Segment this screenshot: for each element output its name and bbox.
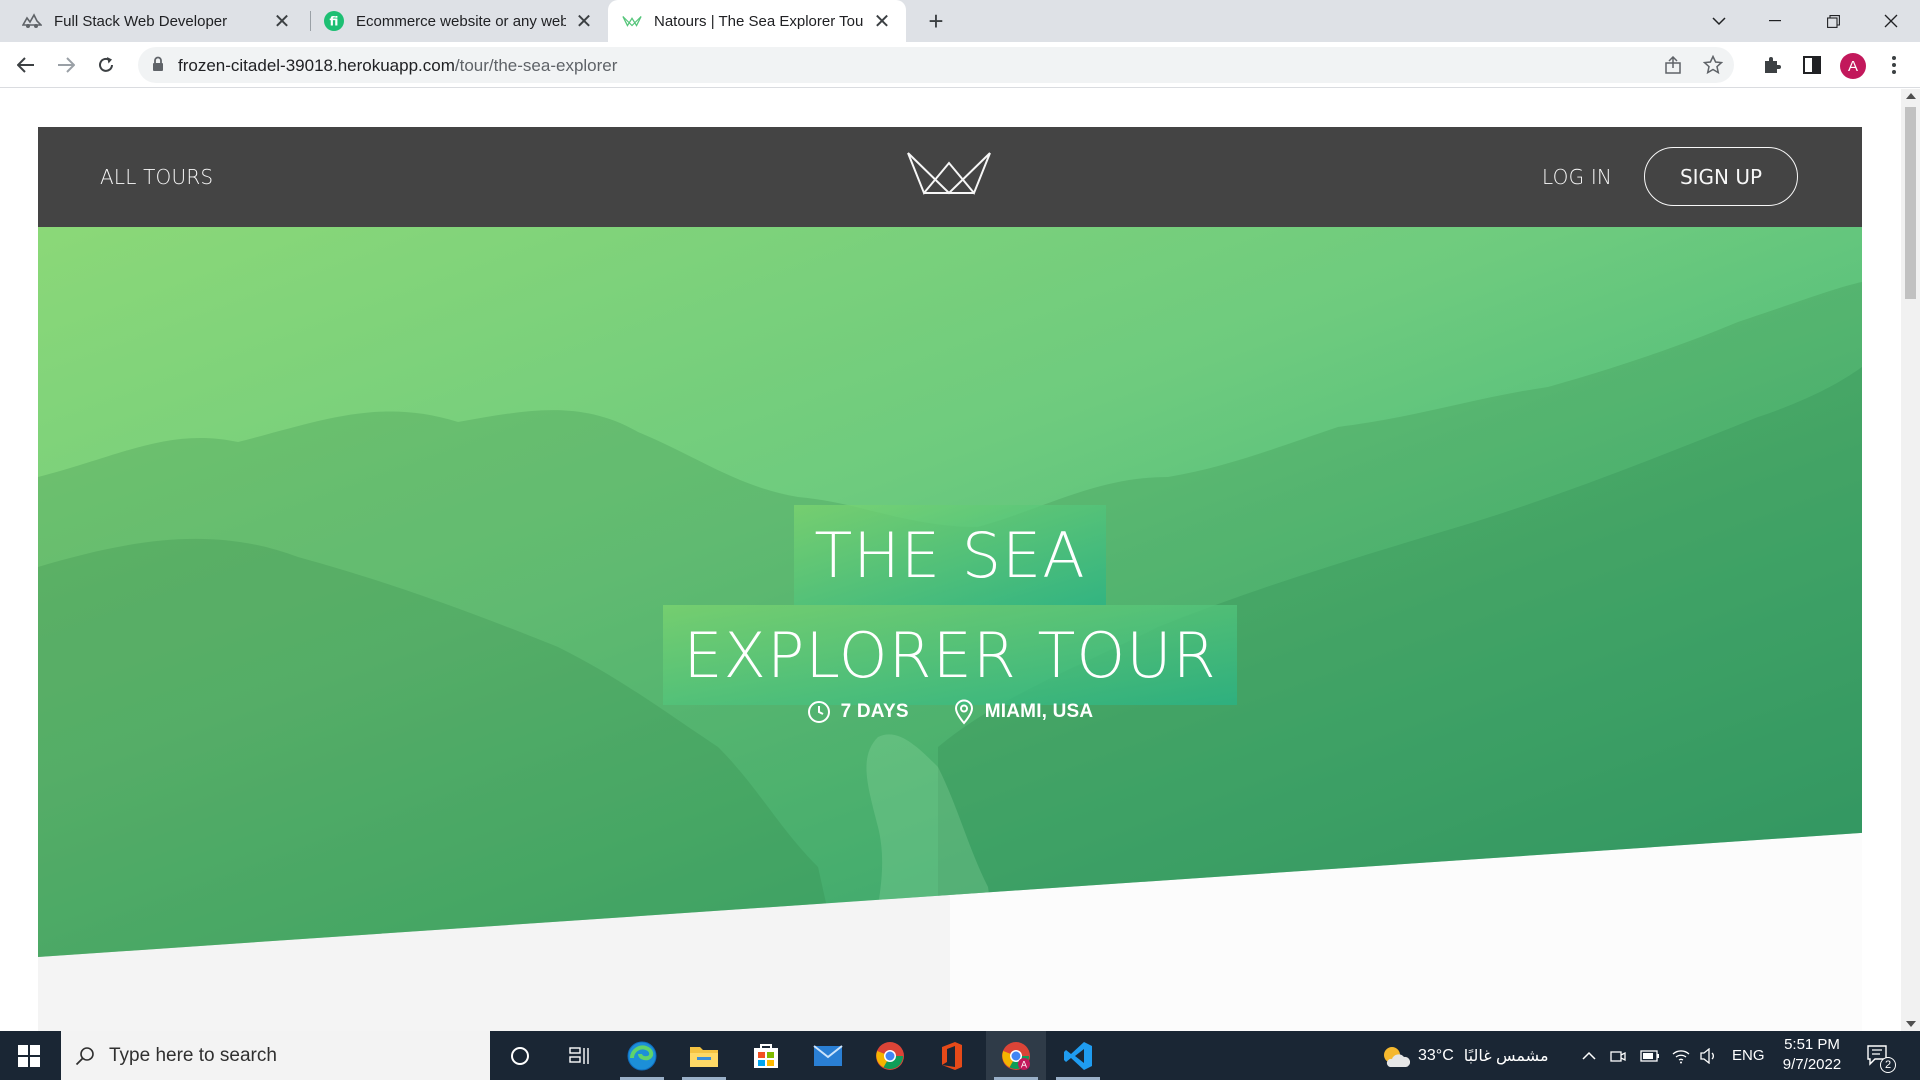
notification-count: 2	[1880, 1057, 1896, 1073]
tour-location-text: MIAMI, USA	[984, 701, 1094, 722]
svg-text:fi: fi	[330, 15, 339, 29]
microsoft-store-icon[interactable]	[736, 1031, 796, 1080]
natours-icon	[622, 11, 642, 31]
nav-login-link[interactable]: LOG IN	[1542, 127, 1612, 227]
weather-sun-cloud-icon	[1384, 1046, 1410, 1067]
volume-icon[interactable]	[1700, 1031, 1718, 1080]
bookmark-star-icon[interactable]	[1702, 54, 1724, 76]
notifications-button[interactable]: 2	[1866, 1031, 1896, 1080]
clock-date: 9/7/2022	[1782, 1056, 1842, 1073]
tour-location: MIAMI, USA	[953, 699, 1094, 725]
tour-duration-text: 7 DAYS	[840, 701, 909, 722]
tour-duration: 7 DAYS	[807, 699, 909, 725]
tab-label: Ecommerce website or any websi	[356, 12, 566, 30]
back-button[interactable]	[10, 49, 42, 81]
search-icon	[75, 1046, 94, 1065]
fiverr-icon: fi	[324, 11, 344, 31]
windows-logo-icon	[18, 1044, 40, 1067]
map-pin-icon	[954, 699, 973, 725]
tab-search-icon[interactable]	[1690, 0, 1748, 42]
wifi-icon[interactable]	[1672, 1031, 1690, 1080]
minimize-button[interactable]	[1746, 0, 1804, 42]
mail-icon[interactable]	[798, 1031, 858, 1080]
tour-hero: THE SEA EXPLORER TOUR 7 DAYS MIAMI, USA	[38, 227, 1862, 957]
url-path: /tour/the-sea-explorer	[454, 56, 618, 75]
taskbar-search-box[interactable]: Type here to search	[61, 1031, 490, 1080]
close-window-button[interactable]	[1862, 0, 1920, 42]
chrome-icon[interactable]	[860, 1031, 920, 1080]
close-icon[interactable]: ✕	[872, 11, 892, 33]
site-header: ALL TOURS LOG IN SIGN UP	[38, 127, 1862, 227]
scrollbar-thumb[interactable]	[1905, 107, 1916, 299]
tab-natours[interactable]: Natours | The Sea Explorer Tour ✕	[608, 0, 906, 42]
weather-text: مشمس غالبًا	[1463, 1047, 1549, 1065]
hero-details: 7 DAYS MIAMI, USA	[38, 699, 1862, 725]
windows-taskbar: Type here to search A 33°C مشمس غالبًا E…	[0, 1031, 1920, 1080]
freelancer-icon	[22, 11, 42, 31]
task-view-icon[interactable]	[550, 1031, 610, 1080]
tab-divider	[310, 11, 311, 31]
side-panel-icon[interactable]	[1800, 53, 1824, 77]
input-language[interactable]: ENG	[1732, 1031, 1765, 1080]
natours-logo-icon[interactable]	[906, 149, 992, 195]
meet-now-icon[interactable]	[1610, 1031, 1626, 1080]
tab-label: Full Stack Web Developer	[54, 12, 228, 30]
profile-avatar[interactable]: A	[1840, 53, 1866, 79]
page-scrollbar[interactable]	[1901, 89, 1920, 1031]
clock-time: 5:51 PM	[1784, 1036, 1840, 1053]
vscode-icon[interactable]	[1048, 1031, 1108, 1080]
cortana-icon[interactable]	[490, 1031, 550, 1080]
url-host: frozen-citadel-39018.herokuapp.com	[178, 56, 455, 75]
edge-browser-icon[interactable]	[612, 1031, 672, 1080]
hero-title-line-2: EXPLORER TOUR	[663, 605, 1237, 705]
menu-kebab-icon[interactable]	[1882, 53, 1906, 77]
tab-full-stack[interactable]: Full Stack Web Developer ✕	[0, 0, 306, 42]
tab-label: Natours | The Sea Explorer Tour	[654, 12, 864, 30]
weather-temp: 33°C	[1418, 1046, 1454, 1064]
nav-signup-button[interactable]: SIGN UP	[1644, 147, 1798, 206]
clock-icon	[807, 701, 830, 723]
windows-start-button[interactable]	[0, 1031, 58, 1080]
forward-button[interactable]	[50, 49, 82, 81]
address-bar[interactable]: frozen-citadel-39018.herokuapp.com/tour/…	[138, 47, 1734, 83]
office-icon[interactable]	[922, 1031, 982, 1080]
scroll-up-icon[interactable]	[1906, 93, 1916, 99]
svg-text:A: A	[1021, 1060, 1028, 1070]
browser-toolbar: frozen-citadel-39018.herokuapp.com/tour/…	[0, 42, 1920, 88]
taskbar-search-placeholder: Type here to search	[109, 1044, 277, 1066]
share-icon[interactable]	[1662, 54, 1684, 76]
weather-widget[interactable]: 33°C مشمس غالبًا	[1380, 1031, 1549, 1080]
reload-button[interactable]	[90, 49, 122, 81]
extensions-puzzle-icon[interactable]	[1760, 53, 1784, 77]
hero-title: THE SEA EXPLORER TOUR	[38, 505, 1862, 705]
new-tab-button[interactable]: +	[922, 6, 950, 36]
tray-overflow-chevron-icon[interactable]	[1582, 1031, 1596, 1080]
taskbar-clock[interactable]: 5:51 PM 9/7/2022	[1772, 1035, 1852, 1075]
restore-button[interactable]	[1804, 0, 1862, 42]
chrome-profile-icon[interactable]: A	[986, 1031, 1046, 1080]
tab-ecommerce[interactable]: fi Ecommerce website or any websi ✕	[312, 0, 608, 42]
tab-strip: Full Stack Web Developer ✕ fi Ecommerce …	[0, 0, 1920, 42]
nav-all-tours-link[interactable]: ALL TOURS	[100, 127, 213, 227]
lock-icon[interactable]	[152, 56, 164, 77]
battery-icon[interactable]	[1640, 1031, 1660, 1080]
hero-title-line-1: THE SEA	[794, 505, 1106, 605]
url-text: frozen-citadel-39018.herokuapp.com/tour/…	[178, 56, 617, 76]
scroll-down-icon[interactable]	[1906, 1021, 1916, 1027]
close-icon[interactable]: ✕	[574, 11, 594, 33]
file-explorer-icon[interactable]	[674, 1031, 734, 1080]
close-icon[interactable]: ✕	[272, 11, 292, 33]
page-viewport: THE SEA EXPLORER TOUR 7 DAYS MIAMI, USA …	[0, 89, 1901, 1031]
